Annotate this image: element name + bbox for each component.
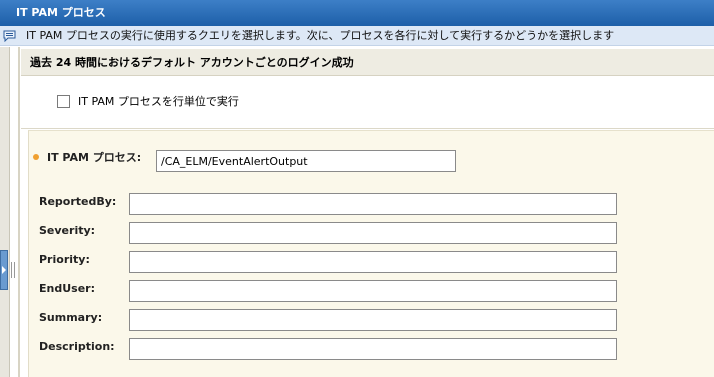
summary-input[interactable] <box>129 309 617 331</box>
end-user-input[interactable] <box>129 280 617 302</box>
info-text: IT PAM プロセスの実行に使用するクエリを選択します。次に、プロセスを各行に… <box>26 29 615 42</box>
expand-panel-handle[interactable] <box>0 250 8 290</box>
panel-divider <box>18 47 20 377</box>
info-bar: IT PAM プロセスの実行に使用するクエリを選択します。次に、プロセスを各行に… <box>0 26 714 46</box>
side-panel-strip <box>0 47 10 377</box>
summary-label: Summary: <box>39 311 103 324</box>
reported-by-label: ReportedBy: <box>39 195 117 208</box>
priority-label: Priority: <box>39 253 90 266</box>
severity-input[interactable] <box>129 222 617 244</box>
splitter-grip[interactable] <box>11 262 15 278</box>
expand-arrow-icon <box>2 266 6 274</box>
priority-input[interactable] <box>129 251 617 273</box>
options-panel: IT PAM プロセスを行単位で実行 <box>21 77 714 129</box>
severity-label: Severity: <box>39 224 96 237</box>
per-row-checkbox-label: IT PAM プロセスを行単位で実行 <box>78 95 239 108</box>
description-input[interactable] <box>129 338 617 360</box>
description-label: Description: <box>39 340 115 353</box>
section-title: 過去 24 時間におけるデフォルト アカウントごとのログイン成功 <box>21 49 714 76</box>
window-title: IT PAM プロセス <box>0 0 714 26</box>
reported-by-input[interactable] <box>129 193 617 215</box>
process-label: IT PAM プロセス: <box>47 151 142 164</box>
info-speech-icon <box>3 29 16 43</box>
process-path-input[interactable] <box>156 150 456 172</box>
per-row-checkbox[interactable] <box>57 95 70 108</box>
required-marker-icon <box>33 154 39 160</box>
end-user-label: EndUser: <box>39 282 95 295</box>
